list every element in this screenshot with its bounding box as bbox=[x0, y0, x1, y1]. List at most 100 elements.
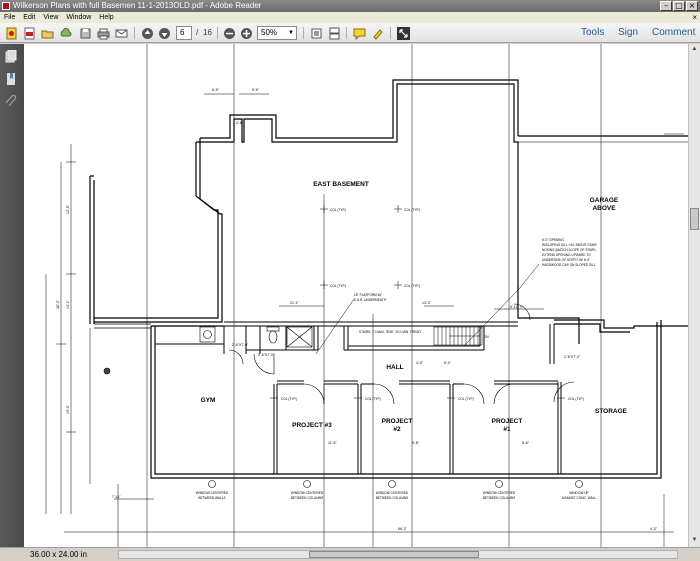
maximize-button[interactable]: □ bbox=[673, 1, 685, 11]
dimension: 2'-6"X7'-0" bbox=[564, 355, 581, 359]
page-size-label: 36.00 x 24.00 in bbox=[30, 550, 87, 559]
email-icon[interactable] bbox=[114, 26, 128, 40]
window-note: WINDOW CENTERED bbox=[376, 491, 409, 495]
minimize-button[interactable]: – bbox=[660, 1, 672, 11]
convert-pdf-icon[interactable] bbox=[22, 26, 36, 40]
comment-bubble-icon[interactable] bbox=[352, 26, 366, 40]
create-pdf-icon[interactable] bbox=[4, 26, 18, 40]
dimension: 7'-11" bbox=[112, 495, 121, 499]
comment-button[interactable]: Comment bbox=[652, 25, 695, 41]
room-label-storage: STORAGE bbox=[595, 408, 628, 415]
toolbar: 6 / 16 50% ▼ Tools Sign Comment bbox=[0, 23, 700, 43]
opening-note-3: NOSING (MATCH SLOPE OF STAIR) bbox=[542, 248, 596, 252]
next-page-icon[interactable] bbox=[157, 26, 171, 40]
scrolling-mode-icon[interactable] bbox=[327, 26, 341, 40]
room-label-garage: GARAGE bbox=[590, 197, 619, 204]
window-title: Wilkerson Plans with full Basemen 11-1-2… bbox=[13, 1, 262, 10]
menu-edit[interactable]: Edit bbox=[19, 12, 39, 23]
window-note-2: AGAINST CONC. WALL bbox=[562, 496, 597, 500]
cloud-upload-icon[interactable] bbox=[58, 26, 72, 40]
previous-page-icon[interactable] bbox=[140, 26, 154, 40]
dimension: 2'-6"X7'-0" bbox=[258, 353, 275, 357]
vertical-scrollbar[interactable]: ▲ ▼ bbox=[688, 44, 700, 547]
column-note: COL (TYP.) bbox=[330, 284, 346, 288]
document-close-icon[interactable]: × bbox=[692, 12, 697, 23]
window-note: WINDOW CENTERED bbox=[483, 491, 516, 495]
dimension: 48'-0" bbox=[56, 299, 60, 309]
navigation-pane bbox=[0, 44, 24, 547]
dimension: 8'-6" bbox=[522, 441, 530, 445]
window-note-2: BETWEEN COLUMNS bbox=[291, 496, 324, 500]
room-label-garage-above: ABOVE bbox=[592, 205, 616, 212]
menu-file[interactable]: File bbox=[0, 12, 19, 23]
menu-bar: File Edit View Window Help × bbox=[0, 12, 700, 23]
tools-button[interactable]: Tools bbox=[581, 25, 604, 41]
room-label-project-1: PROJECT bbox=[492, 418, 523, 425]
pdf-page: EAST BASEMENT GARAGE ABOVE GYM HALL PROJ… bbox=[24, 44, 688, 547]
opening-note-1: 6'-0" OPENING bbox=[542, 238, 564, 242]
column-note: COL (TYP.) bbox=[281, 397, 297, 401]
dimension: 12'-5" bbox=[66, 204, 70, 214]
room-label-east-basement: EAST BASEMENT bbox=[313, 181, 369, 188]
title-bar: Wilkerson Plans with full Basemen 11-1-2… bbox=[0, 0, 700, 12]
opening-note-4: EXTEND OPENING UPWARD TO bbox=[542, 253, 591, 257]
platform-note: 18" PLATFORM W/ bbox=[354, 293, 382, 297]
zoom-in-icon[interactable] bbox=[239, 26, 253, 40]
column-note: COL (TYP.) bbox=[365, 397, 381, 401]
menu-view[interactable]: View bbox=[39, 12, 62, 23]
room-label-project-1-number: #1 bbox=[503, 426, 511, 433]
horizontal-scroll-thumb[interactable] bbox=[309, 551, 479, 558]
print-icon[interactable] bbox=[96, 26, 110, 40]
zoom-select[interactable]: 50% ▼ bbox=[257, 26, 297, 40]
dimension: 5'-0" bbox=[444, 361, 452, 365]
stair-down-note: DN bbox=[484, 335, 489, 339]
expand-icon[interactable] bbox=[396, 26, 410, 40]
save-icon[interactable] bbox=[78, 26, 92, 40]
scroll-down-icon[interactable]: ▼ bbox=[690, 536, 699, 545]
attachments-icon[interactable] bbox=[5, 94, 17, 108]
menu-help[interactable]: Help bbox=[95, 12, 117, 23]
opening-note-6: HARDWOOD CAP ON SLOPED SILL bbox=[542, 263, 596, 267]
close-button[interactable]: × bbox=[686, 1, 698, 11]
scroll-up-icon[interactable]: ▲ bbox=[690, 45, 699, 54]
document-viewport[interactable]: EAST BASEMENT GARAGE ABOVE GYM HALL PROJ… bbox=[24, 44, 688, 547]
room-label-project-2: PROJECT bbox=[382, 418, 413, 425]
horizontal-scrollbar[interactable] bbox=[118, 550, 678, 559]
opening-note-5: UNDERSIDE OF SOFFIT W/ 6'-0" bbox=[542, 258, 590, 262]
window-note-2: BETWEEN WALLS bbox=[198, 496, 225, 500]
zoom-out-icon[interactable] bbox=[222, 26, 236, 40]
column-note: COL (TYP.) bbox=[568, 397, 584, 401]
window-note-2: BETWEEN COLUMNS bbox=[483, 496, 516, 500]
window-note-2: BETWEEN COLUMNS bbox=[376, 496, 409, 500]
highlight-icon[interactable] bbox=[370, 26, 384, 40]
fit-page-icon[interactable] bbox=[309, 26, 323, 40]
bookmarks-icon[interactable] bbox=[5, 72, 17, 86]
menu-window[interactable]: Window bbox=[62, 12, 95, 23]
page-thumbnails-icon[interactable] bbox=[5, 50, 17, 64]
page-separator: / bbox=[196, 28, 199, 37]
dimension: 19'-0" bbox=[66, 404, 70, 414]
status-bar: 36.00 x 24.00 in bbox=[0, 547, 700, 561]
vertical-scroll-thumb[interactable] bbox=[690, 208, 699, 230]
dimension: 4'-3" bbox=[650, 527, 658, 531]
page-number-input[interactable]: 6 bbox=[176, 26, 192, 40]
dimension: 66'-2" bbox=[398, 527, 408, 531]
zoom-value: 50% bbox=[261, 28, 278, 37]
app-window: Wilkerson Plans with full Basemen 11-1-2… bbox=[0, 0, 700, 561]
stairs-note: STAIRS: 7.0 MAX. RISE, 10.0 MIN. TREAD bbox=[359, 330, 421, 334]
dimension: 2'-6"X7'-0" bbox=[232, 343, 249, 347]
column-note: COL (TYP.) bbox=[458, 397, 474, 401]
opening-note-2: W/SLOPING SILL +34" ABOVE STAIR bbox=[542, 243, 597, 247]
dimension: 14'-1" bbox=[66, 299, 70, 309]
room-label-project-2-number: #2 bbox=[393, 426, 401, 433]
dimension: 6'-9" bbox=[212, 88, 220, 92]
adobe-reader-icon bbox=[2, 2, 10, 10]
column-note: COL (TYP.) bbox=[404, 284, 420, 288]
dimension: 2'-6" bbox=[236, 121, 244, 125]
room-label-project-3: PROJECT #3 bbox=[292, 422, 332, 429]
sign-button[interactable]: Sign bbox=[618, 25, 638, 41]
dimension: 6'-11" +/- bbox=[510, 305, 525, 309]
dimension: 11'-6" bbox=[328, 441, 337, 445]
open-folder-icon[interactable] bbox=[40, 26, 54, 40]
window-note: WINDOW CENTERED bbox=[291, 491, 324, 495]
